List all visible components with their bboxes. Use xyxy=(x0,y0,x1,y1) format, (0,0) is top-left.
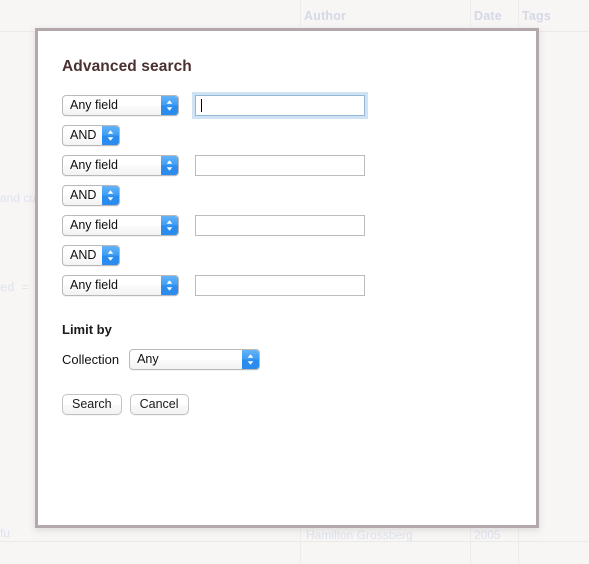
limit-by-heading: Limit by xyxy=(62,322,112,337)
cancel-button[interactable]: Cancel xyxy=(129,394,189,415)
search-conditions-list: Any field AND Any field AND Any field AND Any … xyxy=(62,94,512,296)
dialog-buttons: Search Cancel xyxy=(62,394,512,415)
condition-row: Any field xyxy=(62,154,512,176)
collection-label: Collection xyxy=(62,352,120,367)
chevron-up-down-icon xyxy=(161,275,178,295)
page-title: Advanced search xyxy=(62,58,192,75)
operator-select[interactable]: AND xyxy=(62,124,120,146)
collection-row: Collection Any xyxy=(62,349,512,370)
search-value-input[interactable] xyxy=(195,94,365,116)
operator-select-value: AND xyxy=(70,127,97,142)
search-value-wrapper xyxy=(195,214,365,236)
field-select-value: Any field xyxy=(70,217,118,232)
field-select[interactable]: Any field xyxy=(62,214,179,236)
background-column-header: Author xyxy=(304,9,347,23)
field-select-value: Any field xyxy=(70,157,118,172)
background-column-header: Tags xyxy=(522,9,552,23)
field-select[interactable]: Any field xyxy=(62,274,179,296)
chevron-up-down-icon xyxy=(161,95,178,115)
operator-row: AND xyxy=(62,244,512,266)
chevron-up-down-icon xyxy=(102,245,120,265)
field-select-value: Any field xyxy=(70,97,118,112)
search-value-wrapper xyxy=(195,94,365,116)
search-value-wrapper xyxy=(195,154,365,176)
collection-select-value: Any xyxy=(137,352,159,366)
field-select-value: Any field xyxy=(70,277,118,292)
background-text: and cu xyxy=(0,191,37,205)
chevron-up-down-icon xyxy=(102,185,120,205)
condition-row: Any field xyxy=(62,274,512,296)
chevron-up-down-icon xyxy=(161,155,178,175)
field-select[interactable]: Any field xyxy=(62,94,179,116)
collection-select[interactable]: Any xyxy=(129,349,261,370)
operator-row: AND xyxy=(62,184,512,206)
condition-row: Any field xyxy=(62,214,512,236)
operator-select[interactable]: AND xyxy=(62,184,120,206)
operator-select[interactable]: AND xyxy=(62,244,120,266)
text-caret xyxy=(201,98,202,112)
advanced-search-dialog: Advanced search Any field AND Any field AND… xyxy=(35,28,539,528)
search-button[interactable]: Search xyxy=(62,394,122,415)
search-value-input[interactable] xyxy=(195,214,365,236)
search-value-input[interactable] xyxy=(195,154,365,176)
limit-by-section: Limit by Collection Any xyxy=(62,322,512,370)
condition-row: Any field xyxy=(62,94,512,116)
background-text: Hamilton Grossberg xyxy=(306,528,413,542)
operator-row: AND xyxy=(62,124,512,146)
chevron-up-down-icon xyxy=(161,215,178,235)
search-value-input[interactable] xyxy=(195,274,365,296)
search-value-wrapper xyxy=(195,274,365,296)
operator-select-value: AND xyxy=(70,187,97,202)
field-select[interactable]: Any field xyxy=(62,154,179,176)
background-text: fu xyxy=(0,526,11,540)
background-text: 2005 xyxy=(474,528,501,542)
chevron-up-down-icon xyxy=(102,125,120,145)
background-column-header: Date xyxy=(474,9,502,23)
chevron-up-down-icon xyxy=(242,350,260,369)
operator-select-value: AND xyxy=(70,247,97,262)
